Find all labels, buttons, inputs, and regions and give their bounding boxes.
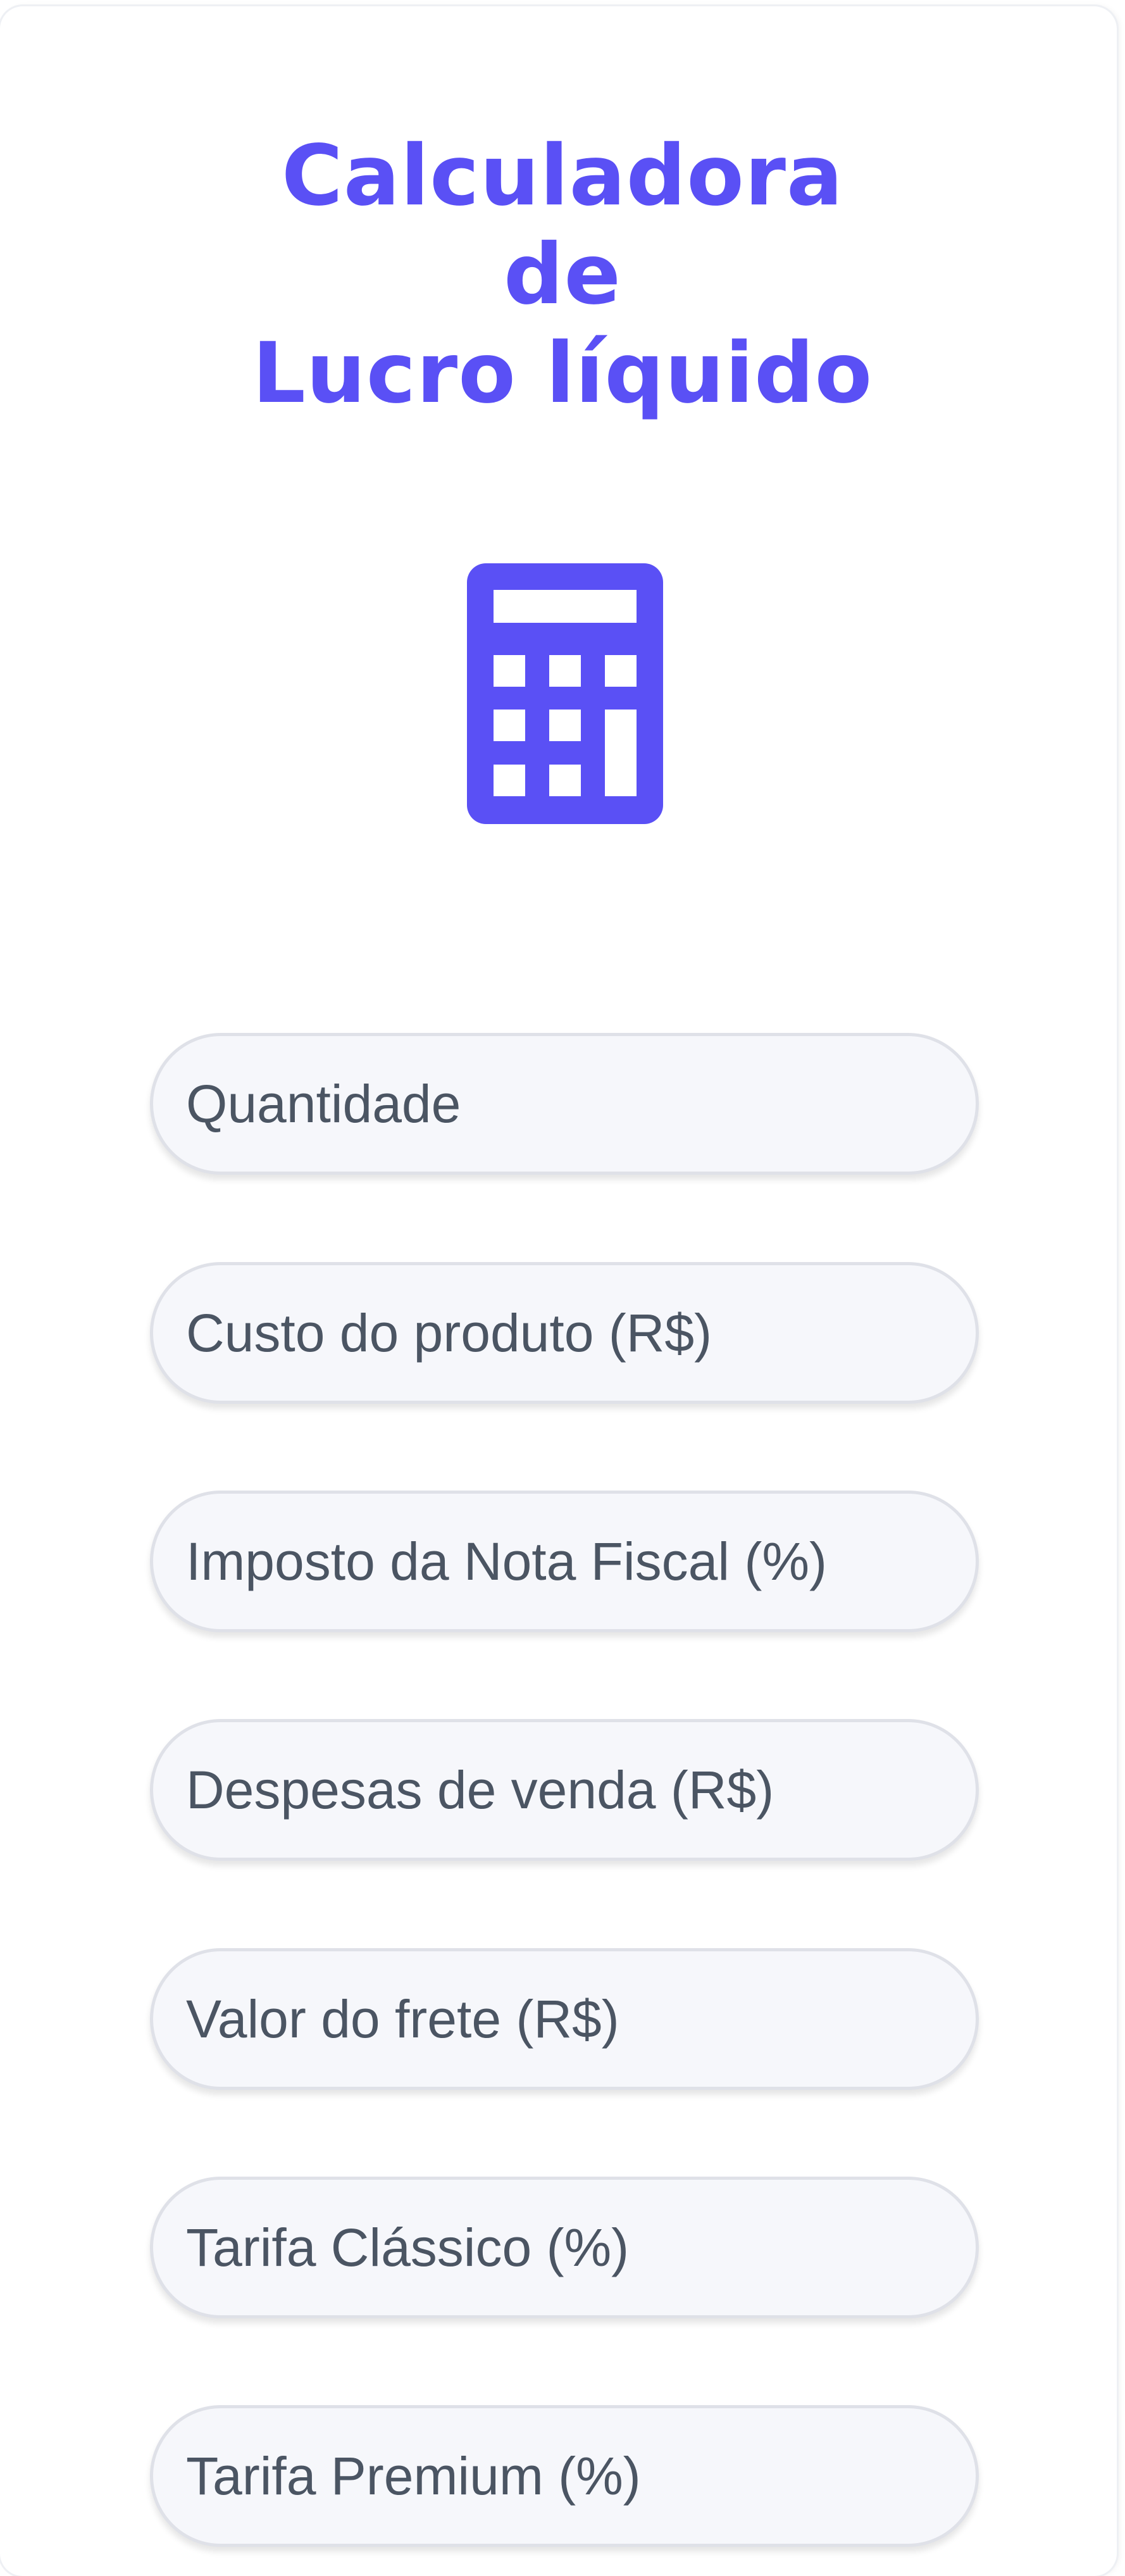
invoice-tax-input[interactable] (153, 1494, 976, 1629)
premium-fee-field[interactable] (150, 2405, 979, 2547)
title-line-1: Calculadora (281, 127, 844, 225)
title-line-2: de (503, 226, 621, 323)
quantity-field[interactable] (150, 1033, 979, 1175)
classic-fee-input[interactable] (153, 2180, 976, 2315)
premium-fee-input[interactable] (153, 2408, 976, 2544)
product-cost-field[interactable] (150, 1262, 979, 1404)
product-cost-input[interactable] (153, 1265, 976, 1401)
shipping-value-input[interactable] (153, 1951, 976, 2087)
sales-expenses-input[interactable] (153, 1722, 976, 1858)
invoice-tax-field[interactable] (150, 1491, 979, 1632)
calculator-icon (467, 563, 663, 824)
classic-fee-field[interactable] (150, 2177, 979, 2318)
page-title: Calculadora de Lucro líquido (0, 127, 1125, 423)
title-line-3: Lucro líquido (252, 325, 873, 422)
quantity-input[interactable] (153, 1036, 976, 1172)
shipping-value-field[interactable] (150, 1948, 979, 2090)
sales-expenses-field[interactable] (150, 1719, 979, 1861)
